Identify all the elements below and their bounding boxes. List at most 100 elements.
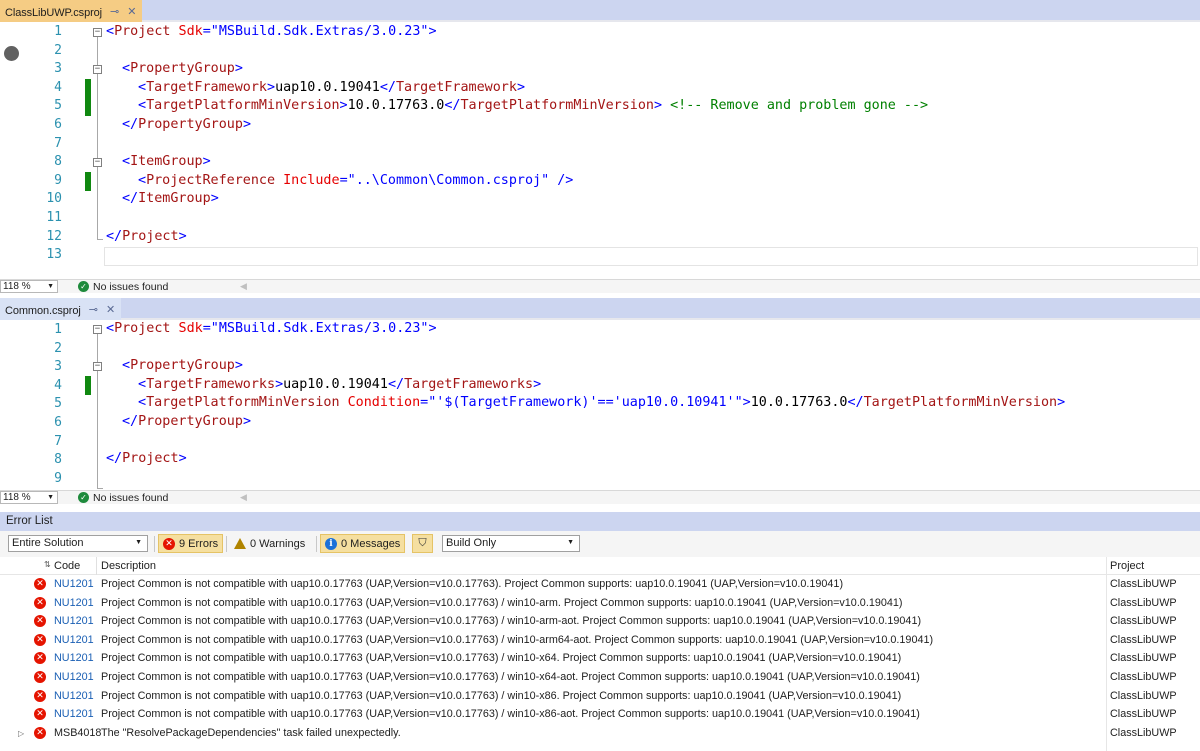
error-list-title: Error List [0,512,1200,531]
table-row[interactable]: ✕ NU1201 Project Common is not compatible … [0,649,1200,668]
build-filter-dropdown[interactable]: Build Only ▼ [442,535,580,552]
close-icon[interactable]: ✕ [106,305,115,316]
line-number: 9 [54,470,62,486]
error-icon: ✕ [34,689,46,702]
code-line: <Project Sdk="MSBuild.Sdk.Extras/3.0.23"… [106,24,437,39]
error-icon: ✕ [34,670,46,683]
issues-status: No issues found [93,491,169,504]
error-code[interactable]: NU1201 [54,652,94,664]
error-code[interactable]: NU1201 [54,597,94,609]
code-line: </Project> [106,451,187,467]
error-code[interactable]: NU1201 [54,690,94,702]
error-description: Project Common is not compatible with ua… [101,615,922,628]
close-icon[interactable]: ✕ [127,7,136,18]
error-project: ClassLibUWP [1110,615,1177,628]
table-row[interactable]: ▷ ✕ MSB4018 The "ResolvePackageDependencies… [0,724,1200,743]
error-project: ClassLibUWP [1110,652,1177,665]
chevron-down-icon: ▼ [567,539,574,546]
code-line: <ProjectReference Include="..\Common\Com… [138,172,574,188]
check-icon: ✓ [78,281,89,292]
error-code[interactable]: NU1201 [54,615,94,627]
error-project: ClassLibUWP [1110,708,1177,721]
error-description: Project Common is not compatible with ua… [101,670,920,683]
error-project: ClassLibUWP [1110,726,1177,739]
error-project: ClassLibUWP [1110,596,1177,609]
code-line: </PropertyGroup> [122,414,251,429]
editor-status-bar: 118 % ▼ ✓ No issues found ◀ [0,279,1200,293]
code-line: <TargetPlatformMinVersion Condition="'$(… [138,395,1066,411]
column-header-description[interactable]: Description [101,560,156,572]
zoom-level: 118 % [3,492,31,503]
error-icon: ✕ [34,633,46,646]
error-icon: ✕ [34,708,46,721]
error-list-toolbar: Entire Solution ▼ ✕ 9 Errors 0 Warnings i0… [0,531,1200,557]
table-row[interactable]: ✕ NU1201 Project Common is not compatible … [0,612,1200,631]
error-list-panel: Error List Entire Solution ▼ ✕ 9 Errors 0 … [0,512,1200,751]
tab-title: ClassLibUWP.csproj [5,6,103,19]
line-number: 2 [54,340,62,356]
error-project: ClassLibUWP [1110,633,1177,646]
issues-indicator[interactable]: ✓ No issues found [78,281,168,293]
check-icon: ✓ [78,492,89,503]
code-line: <TargetFramework>uap10.0.19041</TargetFr… [138,79,525,95]
messages-filter-button[interactable]: i0 Messages [320,534,406,553]
column-header-project[interactable]: Project [1110,560,1144,572]
scroll-left-icon[interactable]: ◀ [240,281,247,292]
code-editor[interactable]: − − − 1 2 3 4 5 6 7 8 9 10 11 12 13 <Project Sdk="MS… [0,22,1200,279]
error-description: Project Common is not compatible with ua… [101,578,844,590]
pin-icon[interactable]: ⊸ [89,305,98,316]
pin-icon[interactable]: ⊸ [110,7,119,18]
error-grid: ⇅ Code Description Project ✕ NU1201 Projec… [0,557,1200,751]
zoom-level: 118 % [3,281,31,292]
table-row[interactable]: ✕ NU1201 Project Common is not compatible … [0,575,1200,594]
table-row[interactable]: ✕ NU1201 Project Common is not compatible … [0,687,1200,706]
warnings-filter-button[interactable]: 0 Warnings [229,534,310,553]
expand-icon[interactable]: ▷ [18,729,24,738]
editor-pane-classlibuwp: ClassLibUWP.csproj ⊸ ✕ − − − 1 2 3 4 5 6 7 8 9 10… [0,0,1200,296]
code-line: </PropertyGroup> [122,117,251,132]
table-row[interactable]: ✕ NU1201 Project Common is not compatible … [0,594,1200,613]
scroll-left-icon[interactable]: ◀ [240,492,247,503]
error-icon: ✕ [34,652,46,665]
code-editor[interactable]: − − 123456789 <Project Sdk="MSBuild.Sdk.… [0,320,1200,490]
error-description: Project Common is not compatible with ua… [101,689,902,702]
editor-pane-common: Common.csproj ⊸ ✕ − − 123456789 <Project… [0,298,1200,507]
table-row[interactable]: ✕ NU1201 Project Common is not compatible … [0,705,1200,724]
sort-icon[interactable]: ⇅ [44,560,51,569]
error-icon: ✕ [34,615,46,628]
error-project: ClassLibUWP [1110,689,1177,702]
tab-common[interactable]: Common.csproj ⊸ ✕ [0,298,122,320]
line-number: 2 [54,42,62,58]
table-row[interactable]: ✕ NU1201 Project Common is not compatible … [0,631,1200,650]
editor-status-bar: 118 % ▼ ✓ No issues found ◀ [0,490,1200,504]
error-code[interactable]: NU1201 [54,671,94,683]
divider [96,557,97,575]
zoom-dropdown[interactable]: 118 % ▼ [0,280,58,293]
error-code[interactable]: NU1201 [54,578,94,590]
line-number: 7 [54,135,62,151]
warning-icon [234,538,246,549]
filter-icon[interactable]: ⛉ [412,534,433,553]
issues-indicator[interactable]: ✓ No issues found [78,492,168,504]
column-header-code[interactable]: Code [54,560,80,572]
scope-dropdown[interactable]: Entire Solution ▼ [8,535,148,552]
line-number: 13 [46,247,62,263]
code-line: <PropertyGroup> [122,61,243,77]
issues-status: No issues found [93,280,169,293]
table-row[interactable]: ✕ NU1201 Project Common is not compatible … [0,668,1200,687]
tab-classlibuwp[interactable]: ClassLibUWP.csproj ⊸ ✕ [0,0,143,22]
error-icon: ✕ [34,578,46,590]
chevron-down-icon: ▼ [47,494,54,501]
chevron-down-icon: ▼ [47,283,54,290]
zoom-dropdown[interactable]: 118 % ▼ [0,491,58,504]
scope-value: Entire Solution [12,537,84,549]
error-icon: ✕ [34,596,46,609]
chevron-down-icon: ▼ [135,539,142,546]
error-description: Project Common is not compatible with ua… [101,596,903,609]
error-description: Project Common is not compatible with ua… [101,652,902,665]
divider [316,536,317,552]
build-filter-value: Build Only [446,537,497,549]
errors-filter-button[interactable]: ✕ 9 Errors [158,534,224,553]
error-code[interactable]: NU1201 [54,708,94,720]
error-code[interactable]: NU1201 [54,634,94,646]
